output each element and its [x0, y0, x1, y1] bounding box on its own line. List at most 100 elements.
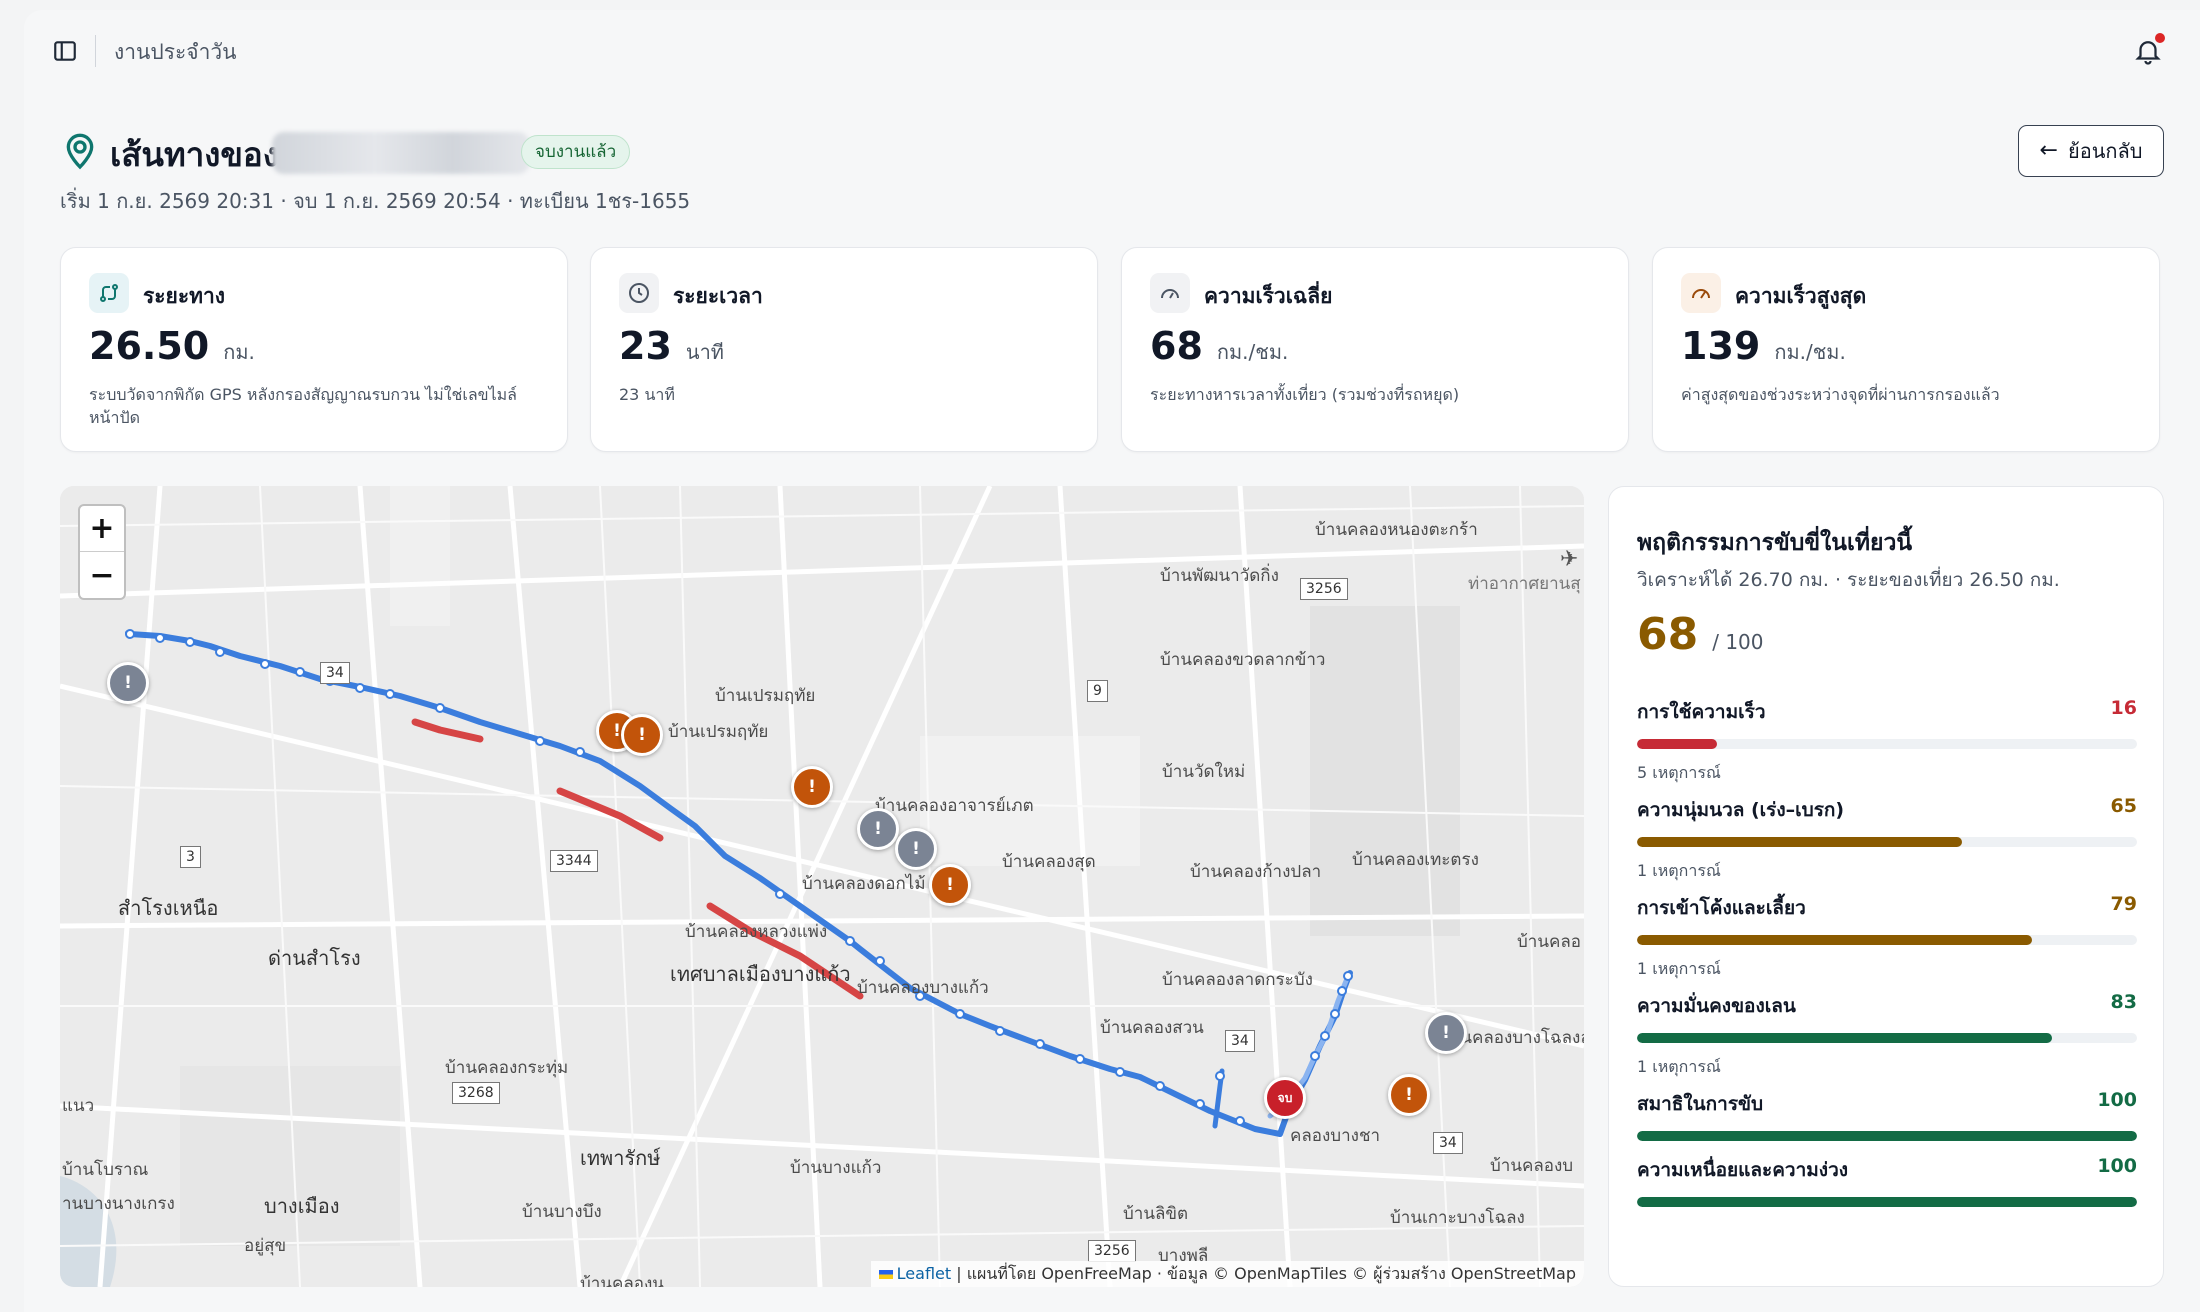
metric-label: ความมั่นคงของเลน: [1637, 995, 1796, 1017]
road-shield: 3256: [1088, 1240, 1136, 1262]
map-place-label: บ้านคลองอาจารย์เภต: [875, 796, 1034, 816]
stat-title: ระยะเวลา: [673, 284, 763, 308]
metric-value: 65: [2110, 795, 2137, 817]
event-marker-warning[interactable]: !: [621, 714, 663, 756]
stat-card-max-speed: ความเร็วสูงสุด 139 กม./ชม. ค่าสูงสุดของช…: [1652, 247, 2160, 452]
stat-value-row: 139 กม./ชม.: [1681, 324, 1846, 368]
map-place-label: แนว: [62, 1096, 95, 1116]
metric-count: 1 เหตุการณ์: [1637, 959, 1721, 978]
metric-lane-stability: ความมั่นคงของเลน 83 1 เหตุการณ์: [1637, 991, 2137, 1080]
map-place-label: บ้านบางแก้ว: [790, 1158, 882, 1178]
map-place-label: เทพารักษ์: [580, 1146, 661, 1170]
stat-unit: นาที: [685, 340, 724, 364]
speedometer-icon: [1681, 273, 1721, 313]
metric-value: 83: [2110, 991, 2137, 1013]
map-place-label: บ้านคลองก้างปลา: [1190, 862, 1322, 882]
overall-score: 68 / 100: [1637, 609, 1764, 660]
map-place-label: บ้านคลองดอกไม้: [802, 874, 926, 894]
metric-label: สมาธิในการขับ: [1637, 1093, 1764, 1115]
map-place-label: บ้านคลองน: [580, 1274, 664, 1287]
stat-unit: กม.: [223, 340, 255, 364]
stat-value-row: 23 นาที: [619, 324, 724, 368]
metric-bar-fill: [1637, 739, 1717, 749]
map-place-label: บ้านคลองสวน: [1100, 1018, 1204, 1038]
event-marker-warning[interactable]: !: [791, 766, 833, 808]
app-window: งานประจำวัน เส้นทางของ จบงานแล้ว เริ่ม 1…: [24, 10, 2200, 1312]
event-marker-info[interactable]: !: [107, 662, 149, 704]
metric-bar-fill: [1637, 1033, 2052, 1043]
map-place-label: บ้านพัฒนาวัดกิ่ง: [1160, 566, 1279, 586]
notification-dot: [2155, 33, 2165, 43]
map-place-label: ด่านสำโรง: [268, 946, 361, 970]
stat-note: ระบบวัดจากพิกัด GPS หลังกรองสัญญาณรบกวน …: [89, 385, 517, 427]
event-marker-info[interactable]: !: [857, 808, 899, 850]
stat-card-duration: ระยะเวลา 23 นาที 23 นาที: [590, 247, 1098, 452]
metric-count: 1 เหตุการณ์: [1637, 1057, 1721, 1076]
stat-note: ค่าสูงสุดของช่วงระหว่างจุดที่ผ่านการกรอง…: [1681, 385, 2000, 404]
map-place-label: บ้านเปรมฤทัย: [715, 686, 816, 706]
attribution-text: | แผนที่โดย OpenFreeMap · ข้อมูล © OpenM…: [956, 1264, 1576, 1283]
metric-count: 1 เหตุการณ์: [1637, 861, 1721, 880]
map-place-label: บ้านวัดใหม่: [1162, 762, 1246, 782]
map-place-label: บ้านคลอ: [1517, 932, 1581, 952]
status-badge: จบงานแล้ว: [521, 135, 631, 169]
stat-value-row: 68 กม./ชม.: [1150, 324, 1288, 368]
back-button[interactable]: ← ย้อนกลับ: [2018, 125, 2164, 177]
arrow-left-icon: ←: [2039, 138, 2058, 163]
breadcrumb[interactable]: งานประจำวัน: [114, 36, 237, 69]
stat-unit: กม./ชม.: [1216, 340, 1289, 364]
map-place-label: บ้านคลองกระทุ่ม: [445, 1058, 569, 1078]
metric-bar-fill: [1637, 1131, 2137, 1141]
road-shield: 9: [1087, 680, 1108, 702]
road-shield: 3344: [550, 850, 598, 872]
leaflet-link[interactable]: Leaflet: [897, 1264, 951, 1283]
event-marker-warning[interactable]: !: [929, 864, 971, 906]
metric-speed: การใช้ความเร็ว 16 5 เหตุการณ์: [1637, 697, 2137, 786]
driving-behavior-panel: พฤติกรรมการขับขี่ในเที่ยวนี้ วิเคราะห์ได…: [1608, 486, 2164, 1287]
stat-value-row: 26.50 กม.: [89, 324, 255, 368]
map-place-label: ท่าอากาศยานสุ: [1468, 574, 1581, 594]
zoom-control: + −: [78, 504, 126, 600]
trip-end-marker[interactable]: จบ: [1264, 1077, 1306, 1119]
stat-value: 68: [1150, 324, 1203, 368]
map-place-label: สำโรงเหนือ: [118, 896, 219, 920]
road-shield: 34: [1433, 1132, 1463, 1154]
trip-map[interactable]: ✈ + − บ้านคลองหนองตะกร้า บ้านพัฒนาวัดกิ่…: [60, 486, 1584, 1287]
metric-value: 100: [2097, 1155, 2137, 1177]
stat-unit: กม./ชม.: [1774, 340, 1846, 364]
map-place-label: บ้านคลองเทะตรง: [1352, 850, 1479, 870]
metric-smoothness: ความนุ่มนวล (เร่ง–เบรก) 65 1 เหตุการณ์: [1637, 795, 2137, 884]
road-shield: 3256: [1300, 578, 1348, 600]
map-place-label: บ้านคลองบางแก้ว: [857, 978, 989, 998]
event-marker-info[interactable]: !: [1425, 1012, 1467, 1054]
metric-bar: [1637, 1033, 2137, 1043]
metric-bar: [1637, 1197, 2137, 1207]
sidebar-toggle-icon[interactable]: [52, 38, 78, 64]
route-pin-icon: [66, 133, 94, 170]
metric-bar-fill: [1637, 935, 2032, 945]
metric-bar: [1637, 837, 2137, 847]
stat-title: ระยะทาง: [143, 284, 226, 308]
stat-value: 139: [1681, 324, 1761, 368]
metric-bar-fill: [1637, 837, 1962, 847]
route-icon: [89, 273, 129, 313]
event-marker-info[interactable]: !: [895, 828, 937, 870]
stat-title: ความเร็วเฉลี่ย: [1204, 284, 1333, 308]
map-place-label: บ้านเปรมฤทัย: [668, 722, 769, 742]
zoom-in-button[interactable]: +: [80, 506, 124, 552]
stat-card-avg-speed: ความเร็วเฉลี่ย 68 กม./ชม. ระยะทางหารเวลา…: [1121, 247, 1629, 452]
metric-value: 16: [2110, 697, 2137, 719]
stat-note: 23 นาที: [619, 385, 675, 404]
event-marker-warning[interactable]: !: [1388, 1074, 1430, 1116]
zoom-out-button[interactable]: −: [80, 552, 124, 598]
score-value: 68: [1637, 609, 1699, 660]
metric-value: 100: [2097, 1089, 2137, 1111]
panel-subtitle: วิเคราะห์ได้ 26.70 กม. · ระยะของเที่ยว 2…: [1637, 569, 2060, 591]
metric-bar: [1637, 935, 2137, 945]
metric-bar: [1637, 739, 2137, 749]
stat-card-distance: ระยะทาง 26.50 กม. ระบบวัดจากพิกัด GPS หล…: [60, 247, 568, 452]
metric-focus: สมาธิในการขับ 100: [1637, 1089, 2137, 1141]
map-place-label: บ้านคลองสุด: [1002, 852, 1096, 872]
top-bar: งานประจำวัน: [24, 10, 2200, 90]
metric-label: ความนุ่มนวล (เร่ง–เบรก): [1637, 799, 1845, 821]
